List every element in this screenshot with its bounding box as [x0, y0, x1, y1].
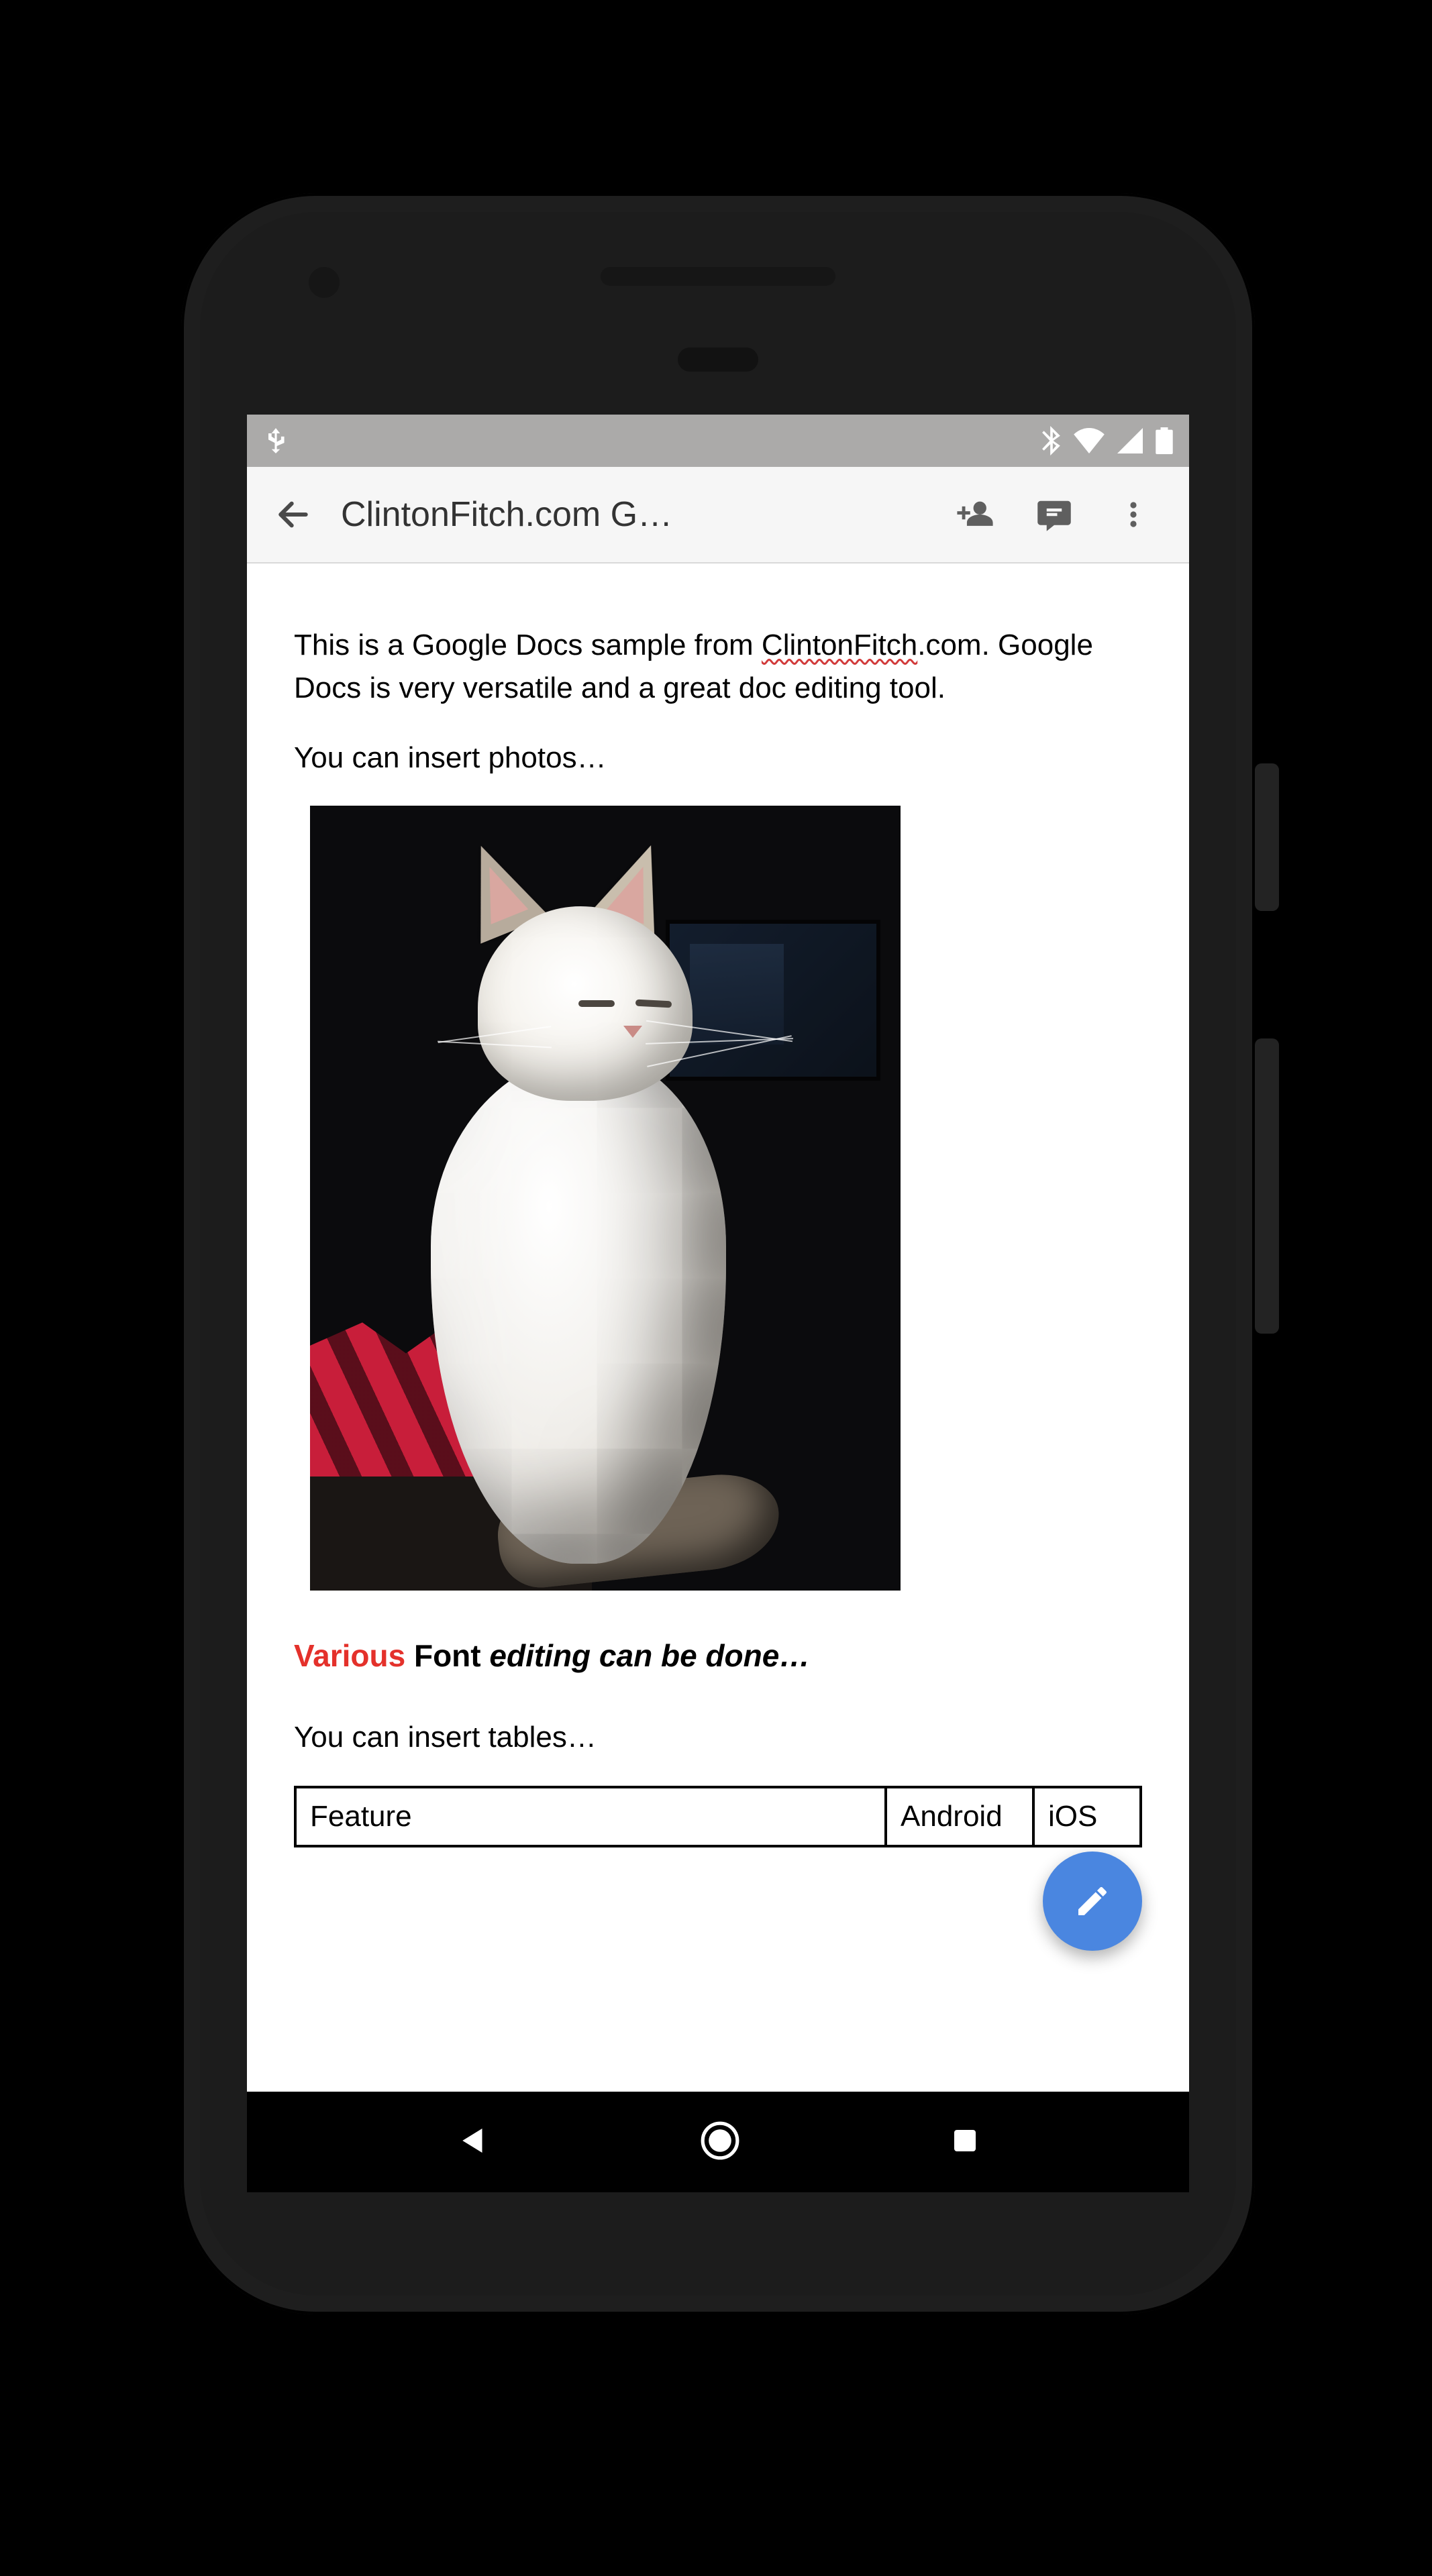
table-header-cell[interactable]: Android: [886, 1787, 1033, 1846]
text: This is a Google Docs sample from: [294, 629, 762, 661]
back-button[interactable]: [256, 478, 330, 551]
nav-home-button[interactable]: [699, 2120, 741, 2165]
add-person-button[interactable]: [938, 478, 1012, 551]
screen: ClintonFitch.com G… This is a Google Doc…: [247, 415, 1189, 2092]
formatted-text-line[interactable]: Various Font editing can be done…: [294, 1633, 1142, 1678]
battery-icon: [1156, 427, 1173, 454]
nav-recent-button[interactable]: [949, 2125, 981, 2160]
paragraph-intro[interactable]: This is a Google Docs sample from Clinto…: [294, 624, 1142, 710]
wifi-icon: [1074, 428, 1105, 453]
spellcheck-word[interactable]: ClintonFitch: [762, 629, 917, 661]
text-bold: Font: [405, 1638, 489, 1673]
document-body[interactable]: This is a Google Docs sample from Clinto…: [247, 564, 1189, 1874]
whisker: [438, 1041, 552, 1049]
inserted-photo[interactable]: [310, 806, 901, 1591]
text-bold-italic: editing can be done…: [489, 1638, 810, 1673]
paragraph-photos[interactable]: You can insert photos…: [294, 737, 1142, 780]
phone-frame: ClintonFitch.com G… This is a Google Doc…: [181, 193, 1255, 2314]
document-title[interactable]: ClintonFitch.com G…: [336, 494, 933, 535]
text-red-bold: Various: [294, 1638, 405, 1673]
cat-eye-left: [578, 1000, 615, 1007]
cat-nose: [623, 1026, 642, 1038]
comment-button[interactable]: [1017, 478, 1091, 551]
usb-icon: [263, 426, 289, 455]
cat-head: [478, 906, 693, 1101]
system-nav-bar: [247, 2092, 1189, 2192]
phone-sensor: [678, 347, 758, 372]
table-row[interactable]: Feature Android iOS: [295, 1787, 1141, 1846]
whisker: [438, 1026, 552, 1044]
table-header-cell[interactable]: iOS: [1033, 1787, 1141, 1846]
table-header-cell[interactable]: Feature: [295, 1787, 886, 1846]
overflow-menu-button[interactable]: [1096, 478, 1170, 551]
bluetooth-icon: [1041, 426, 1062, 455]
pencil-icon: [1074, 1882, 1111, 1920]
phone-speaker: [601, 267, 835, 286]
paragraph-tables[interactable]: You can insert tables…: [294, 1716, 1142, 1759]
nav-back-button[interactable]: [455, 2123, 491, 2162]
signal-icon: [1117, 428, 1143, 453]
sample-table[interactable]: Feature Android iOS: [294, 1786, 1142, 1847]
phone-camera: [309, 267, 340, 298]
status-bar: [247, 415, 1189, 467]
phone-power-button: [1255, 763, 1279, 911]
cat-eye-right: [635, 1000, 672, 1008]
phone-volume-button: [1255, 1038, 1279, 1334]
photo-bg-tv: [666, 920, 880, 1081]
app-bar: ClintonFitch.com G…: [247, 467, 1189, 564]
edit-fab[interactable]: [1043, 1851, 1142, 1951]
